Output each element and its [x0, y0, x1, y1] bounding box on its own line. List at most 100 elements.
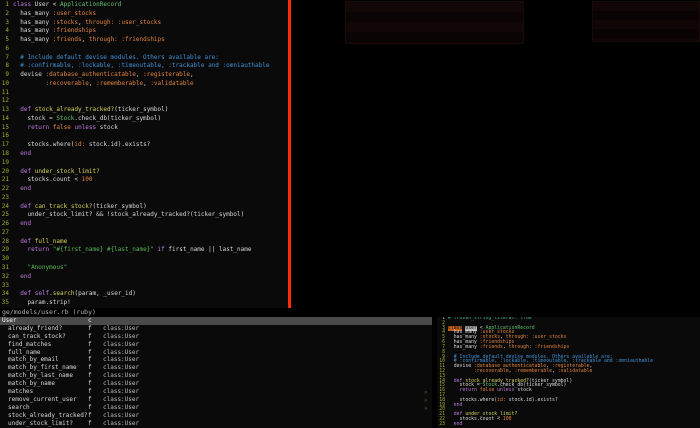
taglist-item[interactable]: matchesfclass:User [0, 388, 432, 396]
code-text: end [448, 423, 462, 428]
code-line: 12 [0, 97, 288, 106]
vim-editor-preview[interactable]: 1# frozen_string_literal: true23class Us… [437, 317, 700, 428]
code-text: return false unless stock [448, 389, 532, 394]
code-line: 33 [0, 282, 288, 291]
code-text: has_many :friends, through: :friendships [13, 36, 165, 45]
code-text: end [13, 185, 31, 194]
code-line: 1class User < ApplicationRecord [0, 1, 288, 10]
taglist-item[interactable]: searchfclass:User [0, 404, 432, 412]
line-number: 25 [0, 211, 9, 220]
tag-scope: class:User [103, 396, 139, 403]
code-text: stocks.where(id: stock.id).exists? [448, 399, 558, 404]
code-text: stocks.where(id: stock.id).exists? [13, 141, 150, 150]
code-text: has_many :friends, through: :friendships [448, 346, 569, 351]
line-number: 17 [0, 141, 9, 150]
tag-kind: f [88, 420, 103, 428]
tag-kind: f [88, 349, 103, 357]
code-text: # :confirmable, :lockable, :timeoutable,… [13, 62, 269, 71]
code-line: 22 end [0, 185, 288, 194]
line-number: 27 [0, 229, 9, 238]
wrap-markers: »»» [424, 389, 428, 413]
code-line: 8 # :confirmable, :lockable, :timeoutabl… [0, 62, 288, 71]
tag-name: match_by_first_name [8, 364, 88, 372]
code-line: 9 devise :database_authenticatable, :reg… [0, 71, 288, 80]
tag-scope: class:User [103, 380, 139, 387]
tag-scope: class:User [103, 349, 139, 356]
taglist-item[interactable]: remove_current_userfclass:User [0, 396, 432, 404]
code-line: 35 param.strip! [0, 299, 288, 308]
taglist-class-row[interactable]: Userc [0, 317, 432, 325]
code-text: has_many :friendships [13, 27, 96, 36]
tag-name: matches [8, 388, 88, 396]
line-number: 22 [0, 185, 9, 194]
code-line: 6 [0, 45, 288, 54]
line-number: 26 [0, 220, 9, 229]
line-number: 4 [0, 27, 9, 36]
tag-kind: f [88, 341, 103, 349]
code-line: 29 return "#{first_name} #{last_name}" i… [0, 246, 288, 255]
tag-scope: class:User [103, 412, 139, 419]
line-number: 29 [0, 246, 9, 255]
taglist-item[interactable]: match_by_emailfclass:User [0, 356, 432, 364]
tag-kind: f [88, 356, 103, 364]
tag-name: under_stock_limit? [8, 420, 88, 428]
tag-name: find_matches [8, 341, 88, 349]
code-line: 26 end [0, 220, 288, 229]
tag-scope: class:User [103, 364, 139, 371]
taglist-item[interactable]: find_matchesfclass:User [0, 341, 432, 349]
code-text: def self.search(param, _user_id) [13, 290, 136, 299]
code-text: end [13, 150, 31, 159]
tag-kind: f [88, 396, 103, 404]
tag-scope: class:User [103, 404, 139, 411]
taglist-item[interactable]: match_by_first_namefclass:User [0, 364, 432, 372]
code-line: 7 # Include default devise modules. Othe… [0, 54, 288, 63]
tag-name: match_by_last_name [8, 372, 88, 380]
taglist-pane[interactable]: Usercalready_friend?fclass:Usercan_track… [0, 317, 432, 428]
tag-name: User [2, 317, 88, 325]
dimmed-panel [592, 1, 700, 42]
taglist-item[interactable]: stock_already_tracked?fclass:User [0, 412, 432, 420]
tag-scope: class:User [103, 356, 139, 363]
tag-scope: class:User [103, 420, 139, 427]
tag-name: can_track_stock? [8, 333, 88, 341]
code-line: 4 has_many :friendships [0, 27, 288, 36]
tag-kind: f [88, 380, 103, 388]
code-line: 5 has_many :friends, through: :friendshi… [0, 36, 288, 45]
taglist-item[interactable]: can_track_stock?fclass:User [0, 333, 432, 341]
code-text: param.strip! [13, 299, 71, 308]
line-number: 23 [0, 194, 9, 203]
code-text: has_many :stocks, through: :user_stocks [13, 19, 161, 28]
code-line: 23 [0, 194, 288, 203]
wrap-marker-glyph: » [424, 405, 428, 413]
code-line: 25 under_stock_limit? && !stock_already_… [0, 211, 288, 220]
line-number: 3 [0, 19, 9, 28]
code-text: return "#{first_name} #{last_name}" if f… [13, 246, 251, 255]
code-line: 23 end [437, 423, 700, 428]
wrap-marker-glyph: » [424, 397, 428, 405]
code-line: 24 def can_track_stock?(ticker_symbol) [0, 203, 288, 212]
line-number: 19 [0, 159, 9, 168]
line-number: 30 [0, 255, 9, 264]
tag-scope: class:User [103, 341, 139, 348]
taglist-item[interactable]: full_namefclass:User [0, 349, 432, 357]
taglist-item[interactable]: match_by_last_namefclass:User [0, 372, 432, 380]
line-number: 35 [0, 299, 9, 308]
code-line: 31 "Anonymous" [0, 264, 288, 273]
line-number: 2 [0, 10, 9, 19]
tag-name: match_by_email [8, 356, 88, 364]
taglist-item[interactable]: match_by_namefclass:User [0, 380, 432, 388]
code-line: 21 stocks.count < 100 [0, 176, 288, 185]
code-line: 3 has_many :stocks, through: :user_stock… [0, 19, 288, 28]
taglist-item[interactable]: under_stock_limit?fclass:User [0, 420, 432, 428]
code-text: "Anonymous" [13, 264, 67, 273]
tag-name: already_friend? [8, 325, 88, 333]
tag-name: match_by_name [8, 380, 88, 388]
code-line: 19 [0, 159, 288, 168]
line-number: 24 [0, 203, 9, 212]
taglist-item[interactable]: already_friend?fclass:User [0, 325, 432, 333]
tag-kind: f [88, 325, 103, 333]
statusline: ge/models/user.rb (ruby) [0, 308, 700, 317]
vim-editor-main[interactable]: 1class User < ApplicationRecord2 has_man… [0, 0, 288, 308]
line-number: 28 [0, 238, 9, 247]
tag-kind: c [88, 317, 103, 325]
